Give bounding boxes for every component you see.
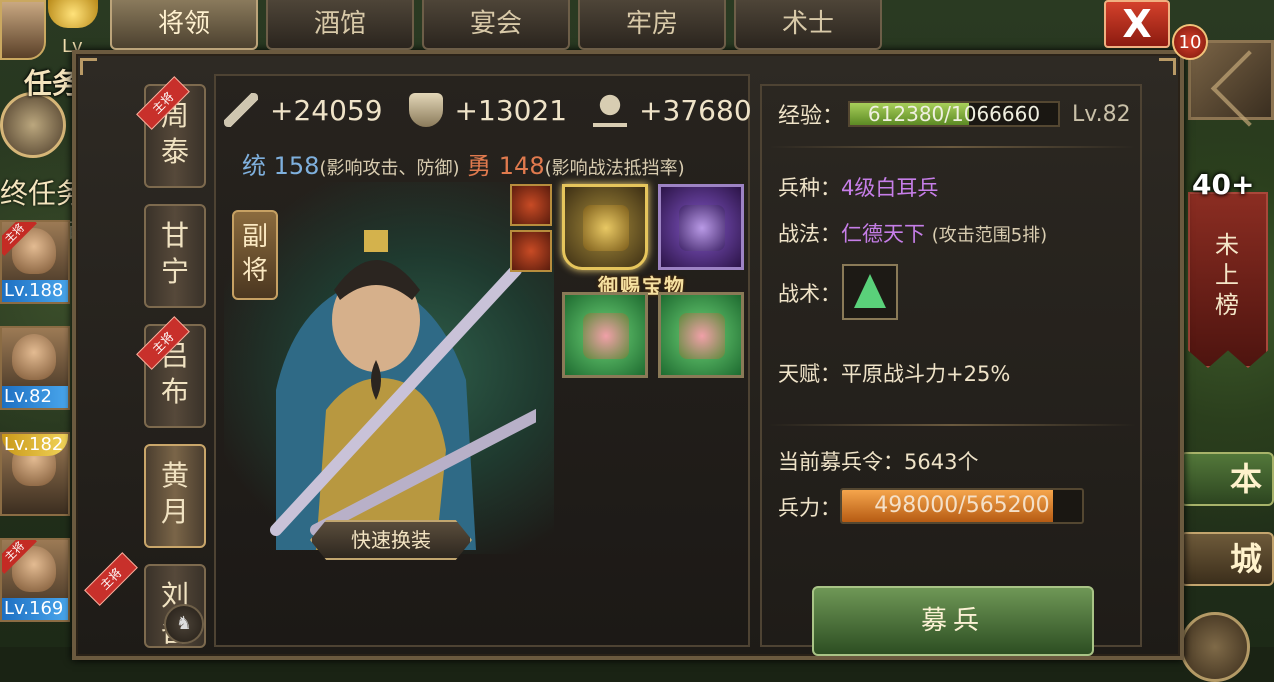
tactic-value[interactable]: 仁德天下 <box>841 222 925 246</box>
defense-stat: +13021 <box>408 93 568 127</box>
main-general-ribbon: 主将 <box>84 552 138 606</box>
sword-icon <box>224 93 258 127</box>
recruit-order-row: 当前募兵令：5643个 <box>778 446 978 476</box>
troops-stat: +37680 <box>593 93 752 127</box>
rank-label: 未上榜 <box>1215 231 1239 319</box>
tactic-label: 战法： <box>778 222 841 246</box>
force-label: 兵力： <box>778 496 841 520</box>
hero-portrait-art <box>270 230 536 550</box>
tactic-slot[interactable] <box>842 264 898 320</box>
tab-prison[interactable]: 牢房 <box>578 0 726 50</box>
experience-value: 612380/1066660 <box>867 102 1041 126</box>
equipment-slot-golden-armor[interactable] <box>562 184 648 270</box>
general-name: 黄月 <box>160 459 189 528</box>
deputy-general-tag: 副将 <box>232 210 278 300</box>
art-label: 战术： <box>778 282 841 306</box>
hero-level: Lv.182 <box>2 434 68 456</box>
dragon-armor-icon <box>583 205 629 251</box>
command-label: 统 <box>242 152 266 180</box>
defense-value: +13021 <box>454 93 568 127</box>
hero-level: Lv.82 <box>2 386 68 408</box>
divider <box>768 146 1136 148</box>
hero-level: Lv.82 <box>1072 101 1131 127</box>
treasure-slot-1[interactable] <box>562 292 648 378</box>
troop-type-value: 4级白耳兵 <box>841 176 939 200</box>
recruit-button[interactable]: 募兵 <box>812 586 1094 656</box>
hero-portrait <box>12 334 56 380</box>
side-button-dungeon[interactable]: 本 <box>1180 452 1274 506</box>
attribute-row: 统 158(影响攻击、防御) 勇 148(影响战法抵挡率) <box>242 146 685 181</box>
combat-stats: +24059 +13021 +37680 <box>224 84 752 136</box>
horse-icon[interactable]: ♞ <box>164 604 204 644</box>
dark-horse-icon <box>679 205 725 251</box>
recruit-order-label: 当前募兵令： <box>778 450 904 474</box>
valor-value: 148 <box>498 152 545 180</box>
jade-amulet-icon <box>679 313 725 359</box>
rank-number: 40+ <box>1192 168 1255 201</box>
valor-label: 勇 <box>467 152 492 180</box>
buff-slot-1[interactable] <box>510 184 552 226</box>
treasure-slot-2[interactable] <box>658 292 744 378</box>
attack-value: +24059 <box>270 93 383 127</box>
general-tab-huangyue[interactable]: 黄月 <box>144 444 206 548</box>
tab-tavern[interactable]: 酒馆 <box>266 0 414 50</box>
tactic-note: (攻击范围5排) <box>931 225 1048 246</box>
talent-label: 天赋： <box>778 362 841 386</box>
hero-level: Lv.169 <box>2 598 68 620</box>
side-button-city[interactable]: 城 <box>1180 532 1274 586</box>
quick-equip-button[interactable]: 快速换装 <box>310 520 472 560</box>
talent-value: 平原战斗力+25% <box>841 362 1011 386</box>
hero-card-2[interactable]: Lv.82 <box>0 326 70 410</box>
frame-corner <box>1159 58 1176 75</box>
jade-amulet-icon <box>583 313 629 359</box>
general-tab-ganning[interactable]: 甘宁 <box>144 204 206 308</box>
tab-sorcerer[interactable]: 术士 <box>734 0 882 50</box>
troop-type-row: 兵种：4级白耳兵 <box>778 172 938 202</box>
valor-note: (影响战法抵挡率) <box>544 158 685 179</box>
command-note: (影响攻击、防御) <box>319 158 460 179</box>
hero-level: Lv.188 <box>2 280 68 302</box>
exp-label: 经验： <box>778 104 845 129</box>
player-avatar[interactable] <box>0 0 46 60</box>
hero-card-3[interactable]: Lv.182 <box>0 432 70 516</box>
recruit-order-value: 5643个 <box>904 450 979 474</box>
tab-bar: 将领 酒馆 宴会 牢房 术士 <box>110 0 882 50</box>
helmet-icon <box>593 93 628 127</box>
hero-card-1[interactable]: 主将 Lv.188 <box>0 220 70 304</box>
general-name: 甘宁 <box>160 219 189 288</box>
green-triangle-icon <box>854 274 886 308</box>
talent-row: 天赋：平原战斗力+25% <box>778 358 1010 388</box>
buff-slot-2[interactable] <box>510 230 552 272</box>
arrow-icon <box>1210 50 1274 127</box>
notification-badge: 10 <box>1172 24 1208 60</box>
close-button[interactable]: X <box>1104 0 1170 48</box>
hero-card-4[interactable]: 主将 Lv.169 <box>0 538 70 622</box>
equipment-slot-mount[interactable] <box>658 184 744 270</box>
tactic-row: 战法：仁德天下 (攻击范围5排) <box>778 218 1047 248</box>
command-value: 158 <box>273 152 320 180</box>
attack-stat: +24059 <box>224 93 383 127</box>
shield-icon <box>408 93 443 127</box>
divider <box>768 424 1136 426</box>
troops-value: +37680 <box>639 93 752 127</box>
tab-banquet[interactable]: 宴会 <box>422 0 570 50</box>
tab-generals[interactable]: 将领 <box>110 0 258 50</box>
experience-row: 经验： 612380/1066660 Lv.82 <box>778 98 1131 130</box>
general-list: 周泰 主将 甘宁 吕布 主将 黄月 刘备 主将 <box>76 70 210 648</box>
force-bar: 498000/565200 <box>840 488 1084 524</box>
experience-bar: 612380/1066660 <box>848 101 1061 127</box>
force-value: 498000/565200 <box>874 493 1050 518</box>
troop-type-label: 兵种： <box>778 176 841 200</box>
corner-menu-button[interactable] <box>1180 612 1250 682</box>
